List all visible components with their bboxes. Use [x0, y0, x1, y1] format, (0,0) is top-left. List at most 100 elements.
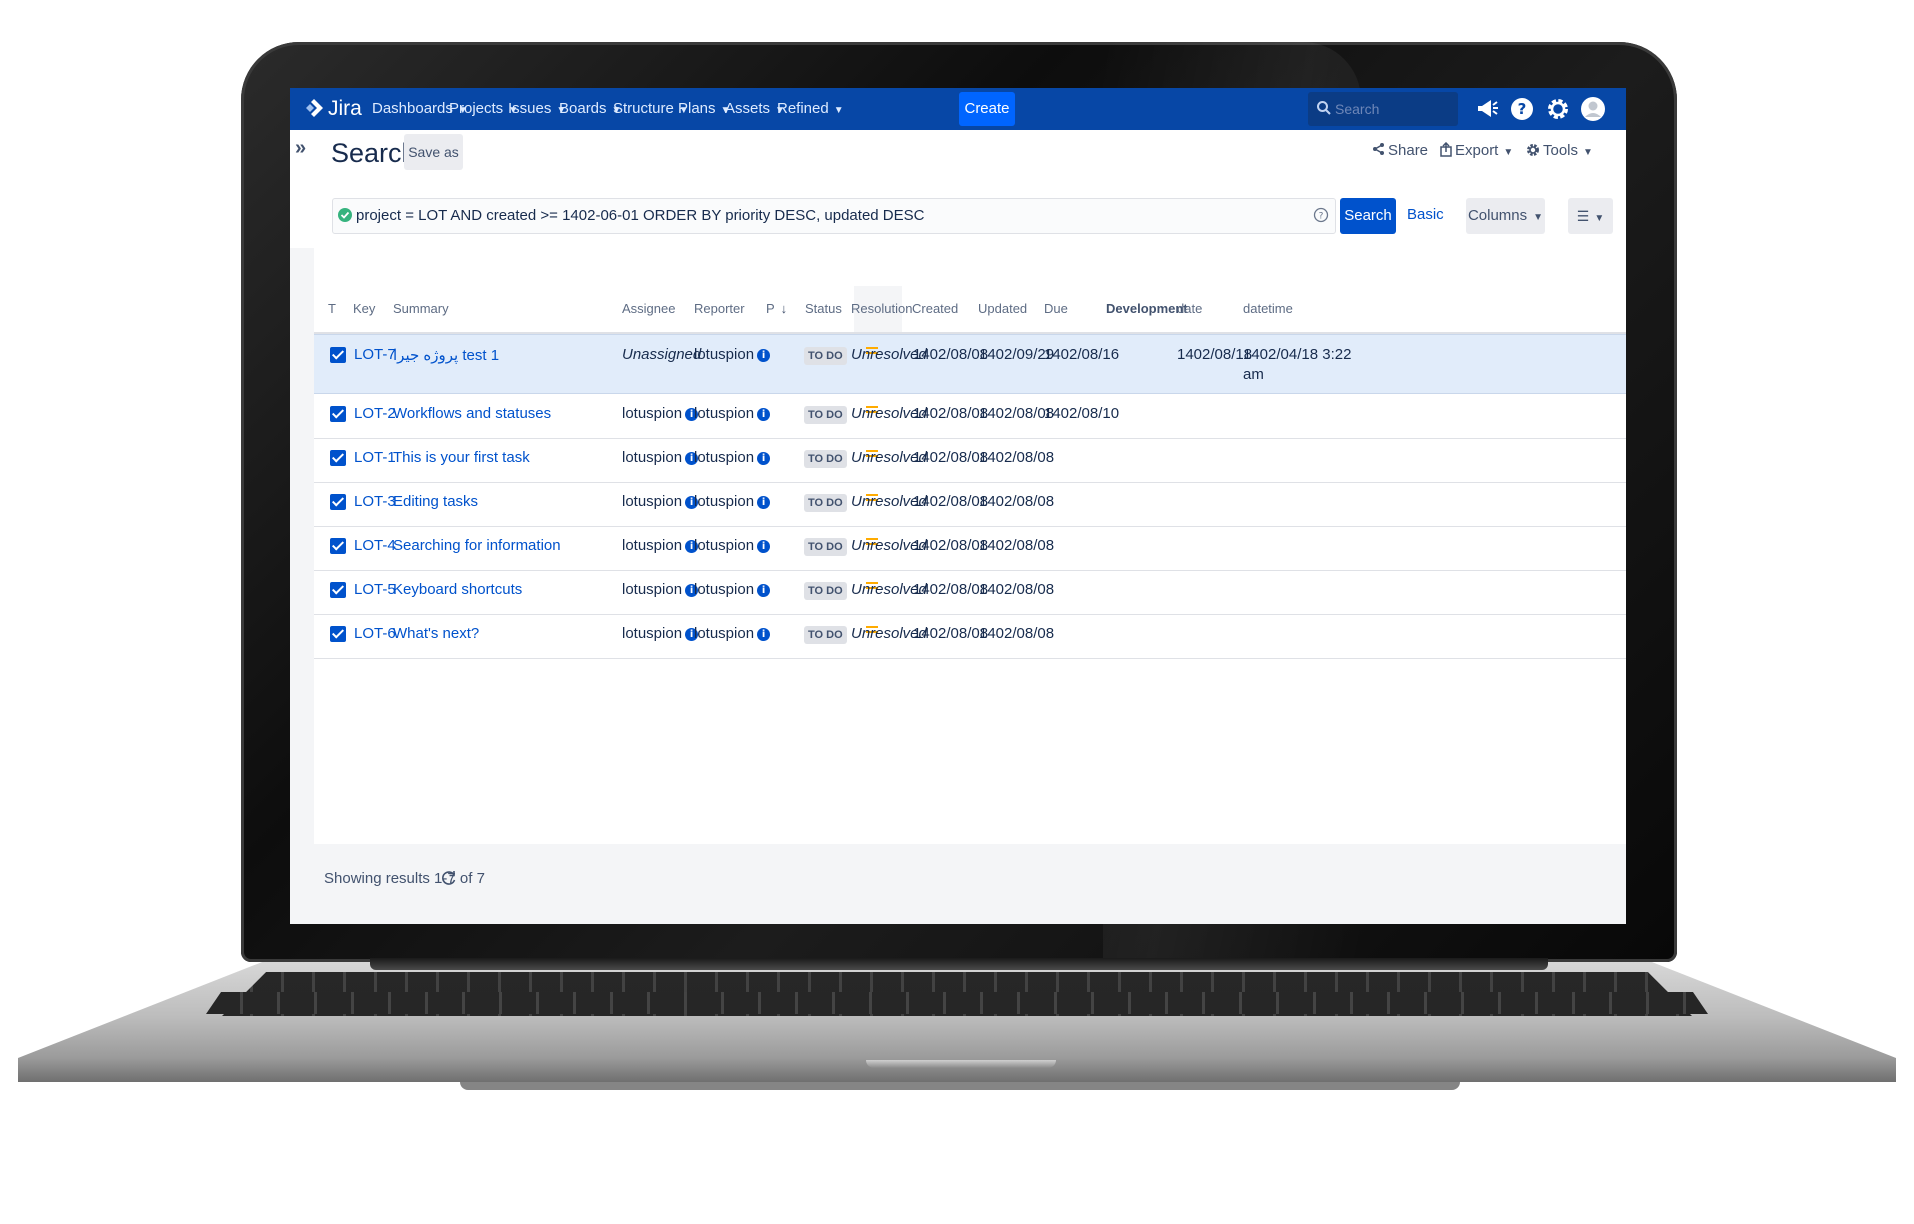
issue-key-link[interactable]: LOT-5	[354, 581, 396, 598]
assignee-cell[interactable]: lotuspion i	[622, 493, 699, 510]
issue-summary-link[interactable]: پروژه جیرا test 1	[393, 346, 499, 364]
nav-dashboards-label: Dashboards	[372, 100, 453, 117]
nav-issues[interactable]: Issues ▼	[508, 100, 566, 117]
header-development[interactable]: Development	[1106, 301, 1188, 316]
header-resolution[interactable]: Resolution	[851, 301, 912, 316]
svg-text:?: ?	[1518, 100, 1527, 118]
jql-query-input[interactable]: project = LOT AND created >= 1402-06-01 …	[332, 198, 1336, 234]
header-date[interactable]: date	[1177, 301, 1202, 316]
header-assignee[interactable]: Assignee	[622, 301, 675, 316]
gear-icon	[1527, 144, 1539, 156]
jira-logo[interactable]: Jira	[304, 95, 362, 123]
issue-key-link[interactable]: LOT-3	[354, 493, 396, 510]
table-row[interactable]: LOT-3 Editing tasks lotuspion i lotuspion i TO…	[314, 482, 1626, 527]
issue-key-link[interactable]: LOT-7	[354, 346, 396, 363]
issue-summary-link[interactable]: This is your first task	[393, 449, 530, 466]
header-type[interactable]: T	[328, 301, 336, 316]
settings-icon[interactable]	[1545, 96, 1571, 122]
header-created[interactable]: Created	[912, 301, 958, 316]
user-info-icon[interactable]: i	[757, 452, 771, 465]
user-info-icon[interactable]: i	[757, 496, 771, 509]
help-icon[interactable]: ?	[1509, 96, 1535, 122]
nav-assets[interactable]: Assets ▼	[725, 100, 785, 117]
header-priority[interactable]: P ↓	[766, 301, 787, 316]
issue-summary-link[interactable]: What's next?	[393, 625, 479, 642]
assignee-cell[interactable]: lotuspion i	[622, 625, 699, 642]
reporter-cell[interactable]: lotuspion i	[694, 581, 771, 598]
refresh-icon[interactable]	[441, 869, 457, 887]
created-cell: 1402/08/08	[913, 537, 989, 554]
row-checkbox[interactable]	[330, 494, 346, 510]
table-row[interactable]: LOT-6 What's next? lotuspion i lotuspion i TO …	[314, 614, 1626, 659]
user-info-icon[interactable]: i	[757, 628, 771, 641]
table-row[interactable]: LOT-1 This is your first task lotuspion i lo…	[314, 438, 1626, 483]
user-info-icon[interactable]: i	[757, 540, 771, 553]
search-button[interactable]: Search	[1340, 198, 1396, 234]
tools-label: Tools	[1543, 142, 1579, 159]
table-row[interactable]: LOT-2 Workflows and statuses lotuspion i lot…	[314, 394, 1626, 439]
header-datetime[interactable]: datetime	[1243, 301, 1293, 316]
table-row[interactable]: LOT-7 پروژه جیرا test 1 Unassigned lotuspio…	[314, 334, 1626, 394]
header-reporter[interactable]: Reporter	[694, 301, 745, 316]
save-as-button[interactable]: Save as	[404, 134, 463, 170]
row-checkbox[interactable]	[330, 538, 346, 554]
laptop-notch	[866, 1060, 1056, 1068]
export-button[interactable]: Export ▼	[1440, 141, 1513, 159]
row-checkbox[interactable]	[330, 450, 346, 466]
reporter-cell[interactable]: lotuspion i	[694, 537, 771, 554]
assignee-cell: Unassigned	[622, 346, 701, 363]
reporter-name: lotuspion	[694, 581, 755, 598]
table-row[interactable]: LOT-4 Searching for information lotuspion i…	[314, 526, 1626, 571]
header-status[interactable]: Status	[805, 301, 842, 316]
issue-key-link[interactable]: LOT-6	[354, 625, 396, 642]
user-info-icon[interactable]: i	[757, 584, 771, 597]
datetime-cell: 1402/04/18 3:22	[1243, 346, 1352, 363]
nav-refined[interactable]: Refined ▼	[777, 100, 844, 117]
reporter-cell[interactable]: lotuspion i	[694, 405, 771, 422]
status-lozenge: TO DO	[804, 582, 847, 600]
reporter-cell[interactable]: lotuspion i	[694, 493, 771, 510]
header-due[interactable]: Due	[1044, 301, 1068, 316]
row-checkbox[interactable]	[330, 626, 346, 642]
view-menu-button[interactable]: ☰ ▼	[1568, 198, 1613, 234]
nav-plans[interactable]: Plans ▼	[678, 100, 730, 117]
assignee-cell[interactable]: lotuspion i	[622, 537, 699, 554]
created-cell: 1402/08/08	[913, 581, 989, 598]
create-button[interactable]: Create	[959, 92, 1015, 126]
issue-key-link[interactable]: LOT-2	[354, 405, 396, 422]
issue-summary-link[interactable]: Editing tasks	[393, 493, 478, 510]
table-row[interactable]: LOT-5 Keyboard shortcuts lotuspion i lotuspi…	[314, 570, 1626, 615]
assignee-cell[interactable]: lotuspion i	[622, 449, 699, 466]
reporter-cell[interactable]: lotuspion i	[694, 346, 771, 363]
row-checkbox[interactable]	[330, 582, 346, 598]
row-checkbox[interactable]	[330, 406, 346, 422]
global-search-placeholder: Search	[1335, 101, 1380, 117]
share-button[interactable]: Share	[1372, 142, 1428, 159]
issue-summary-link[interactable]: Searching for information	[393, 537, 561, 554]
jql-help-icon[interactable]: ?	[1313, 207, 1329, 223]
columns-button[interactable]: Columns ▼	[1466, 198, 1545, 234]
reporter-cell[interactable]: lotuspion i	[694, 625, 771, 642]
issue-key-link[interactable]: LOT-4	[354, 537, 396, 554]
tools-button[interactable]: Tools ▼	[1526, 142, 1593, 159]
expand-sidebar-icon[interactable]: »	[295, 137, 306, 160]
issue-summary-link[interactable]: Keyboard shortcuts	[393, 581, 522, 598]
basic-mode-link[interactable]: Basic	[1407, 206, 1444, 223]
row-checkbox[interactable]	[330, 347, 346, 363]
issue-summary-link[interactable]: Workflows and statuses	[393, 405, 551, 422]
avatar[interactable]	[1580, 96, 1606, 122]
chevron-down-icon: ▼	[1583, 147, 1593, 158]
reporter-cell[interactable]: lotuspion i	[694, 449, 771, 466]
updated-cell: 1402/08/08	[979, 493, 1055, 510]
megaphone-icon[interactable]	[1475, 96, 1499, 122]
assignee-cell[interactable]: lotuspion i	[622, 581, 699, 598]
due-cell: 1402/08/16	[1044, 346, 1120, 363]
assignee-cell[interactable]: lotuspion i	[622, 405, 699, 422]
user-info-icon[interactable]: i	[757, 349, 771, 362]
issue-key-link[interactable]: LOT-1	[354, 449, 396, 466]
user-info-icon[interactable]: i	[757, 408, 771, 421]
header-updated[interactable]: Updated	[978, 301, 1027, 316]
header-key[interactable]: Key	[353, 301, 375, 316]
global-search-input[interactable]: Search	[1308, 92, 1458, 126]
header-summary[interactable]: Summary	[393, 301, 449, 316]
